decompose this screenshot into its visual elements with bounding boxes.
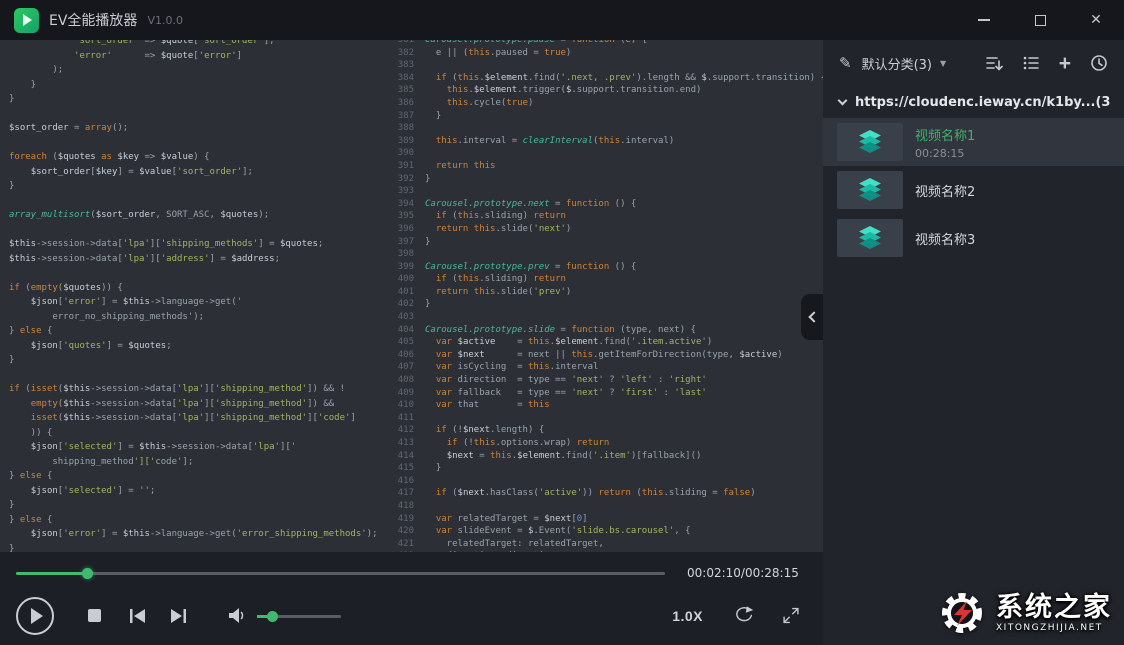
sidebar-toolbar: ✎ 默认分类(3) ▼: [823, 40, 1124, 86]
category-dropdown[interactable]: 默认分类(3) ▼: [862, 54, 947, 73]
code-column-right: 381Carousel.prototype.pause = function (…: [390, 40, 823, 552]
buttons-row: 1.0X: [0, 594, 823, 645]
stop-button[interactable]: [88, 609, 101, 622]
playlist-group-row[interactable]: https://cloudenc.ieway.cn/k1by...(3): [823, 86, 1124, 118]
history-button[interactable]: [1090, 54, 1108, 72]
edit-category-icon[interactable]: ✎: [839, 54, 852, 72]
loop-icon: [733, 606, 755, 625]
stop-icon: [88, 609, 101, 622]
video-thumbnail: [837, 219, 903, 257]
encrypted-video-icon: [857, 130, 883, 154]
close-icon: ✕: [1090, 13, 1102, 27]
toolbar-icons: +: [985, 53, 1108, 74]
minimize-button[interactable]: [956, 0, 1012, 40]
playlist: 视频名称1 00:28:15 视频名称2 视频名称3: [823, 118, 1124, 262]
volume-handle[interactable]: [267, 611, 278, 622]
clock-icon: [1090, 54, 1108, 72]
ev-player-window: EV全能播放器 V1.0.0 ✕ 'sort_order' => $quote[…: [0, 0, 1124, 645]
caret-down-icon: ▼: [940, 59, 946, 68]
view-mode-button[interactable]: [1022, 54, 1040, 72]
code-right-lines: 381Carousel.prototype.pause = function (…: [390, 40, 823, 552]
code-left-lines: 'sort_order' => $quote['sort_order'], 'e…: [9, 40, 390, 552]
close-button[interactable]: ✕: [1068, 0, 1124, 40]
playlist-item[interactable]: 视频名称2: [823, 166, 1124, 214]
video-thumbnail: [837, 123, 903, 161]
collapse-sidebar-button[interactable]: [801, 294, 823, 340]
next-button[interactable]: [169, 608, 187, 624]
control-bar: 00:02:10/00:28:15: [0, 552, 823, 645]
category-label: 默认分类(3): [862, 54, 932, 73]
progress-row: 00:02:10/00:28:15: [0, 552, 823, 594]
app-version: V1.0.0: [147, 14, 183, 27]
fullscreen-icon: [781, 606, 801, 625]
app-title: EV全能播放器: [49, 10, 137, 30]
playlist-item[interactable]: 视频名称1 00:28:15: [823, 118, 1124, 166]
sort-order-button[interactable]: [985, 54, 1003, 72]
minimize-icon: [978, 19, 990, 21]
volume-icon: [227, 607, 247, 624]
titlebar: EV全能播放器 V1.0.0 ✕: [0, 0, 1124, 40]
maximize-button[interactable]: [1012, 0, 1068, 40]
loop-button[interactable]: [733, 606, 755, 625]
time-display: 00:02:10/00:28:15: [687, 566, 799, 580]
video-thumbnail: [837, 171, 903, 209]
speed-button[interactable]: 1.0X: [672, 608, 703, 624]
seek-handle[interactable]: [82, 568, 93, 579]
seek-fill: [16, 572, 87, 575]
previous-icon: [129, 608, 147, 624]
add-video-button[interactable]: +: [1059, 53, 1071, 74]
video-title: 视频名称1: [915, 125, 975, 144]
seek-slider[interactable]: [16, 566, 665, 580]
playlist-item[interactable]: 视频名称3: [823, 214, 1124, 262]
maximize-icon: [1035, 15, 1046, 26]
video-title: 视频名称3: [915, 229, 975, 248]
play-icon: [31, 608, 43, 624]
seek-track[interactable]: [16, 572, 665, 575]
playlist-sidebar: ✎ 默认分类(3) ▼: [823, 40, 1124, 645]
video-duration: 00:28:15: [915, 147, 975, 160]
chevron-left-icon: [808, 311, 819, 322]
encrypted-video-icon: [857, 178, 883, 202]
playlist-group-url: https://cloudenc.ieway.cn/k1by...(3): [855, 95, 1110, 110]
app-logo-icon: [14, 8, 39, 33]
window-controls: ✕: [956, 0, 1124, 40]
volume-button[interactable]: [227, 607, 247, 624]
plus-icon: +: [1059, 53, 1071, 74]
fullscreen-button[interactable]: [781, 606, 801, 625]
code-column-left: 'sort_order' => $quote['sort_order'], 'e…: [0, 40, 390, 552]
sort-order-icon: [985, 54, 1003, 72]
list-view-icon: [1022, 54, 1040, 72]
volume-slider[interactable]: [257, 609, 341, 623]
encrypted-video-icon: [857, 226, 883, 250]
next-icon: [169, 608, 187, 624]
video-title: 视频名称2: [915, 181, 975, 200]
video-display[interactable]: 'sort_order' => $quote['sort_order'], 'e…: [0, 40, 823, 552]
previous-button[interactable]: [129, 608, 147, 624]
play-button[interactable]: [16, 597, 54, 635]
player-region: 'sort_order' => $quote['sort_order'], 'e…: [0, 40, 823, 645]
chevron-down-icon: [838, 96, 848, 106]
